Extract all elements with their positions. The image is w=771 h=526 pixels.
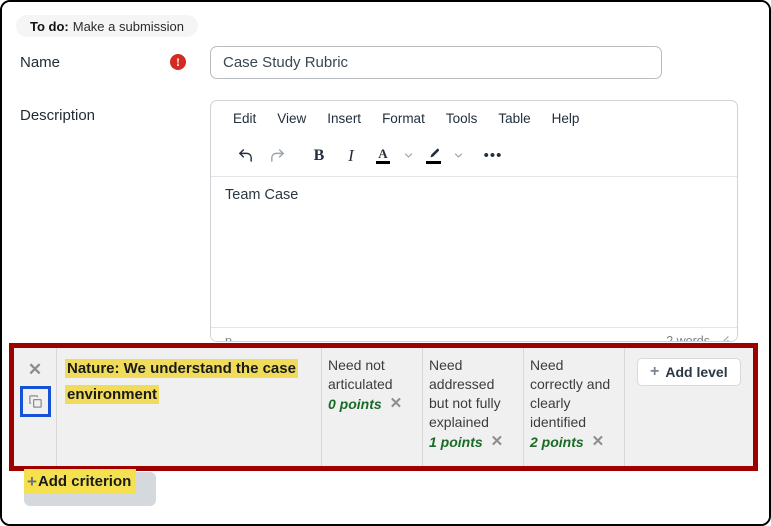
resize-handle-icon[interactable] xyxy=(718,334,729,341)
delete-level-button[interactable]: ✕ xyxy=(390,394,403,414)
page-content: To do: Make a submission Name ! Descript… xyxy=(2,2,769,524)
menu-edit[interactable]: Edit xyxy=(233,111,256,126)
level-definition: Need correctly and clearly identified xyxy=(530,357,611,430)
plus-icon: + xyxy=(650,363,660,380)
redo-icon[interactable] xyxy=(261,141,293,171)
bold-icon[interactable]: B xyxy=(303,141,335,171)
menu-insert[interactable]: Insert xyxy=(327,111,361,126)
delete-level-button[interactable]: ✕ xyxy=(592,432,605,452)
menu-table[interactable]: Table xyxy=(498,111,530,126)
rubric-level-1[interactable]: Need addressed but not fully explained 1… xyxy=(423,348,524,466)
rubric-level-0[interactable]: Need not articulated 0 points ✕ xyxy=(322,348,423,466)
description-editor: Edit View Insert Format Tools Table Help… xyxy=(210,100,738,342)
editor-word-count: 2 words xyxy=(666,334,710,342)
delete-level-button[interactable]: ✕ xyxy=(491,432,504,452)
todo-badge: To do: Make a submission xyxy=(16,15,199,37)
criterion-actions-cell: ✕ xyxy=(14,348,57,466)
todo-badge-text: Make a submission xyxy=(72,18,185,34)
more-options-icon[interactable]: ••• xyxy=(477,141,509,171)
rubric-highlight-outline: ✕ Nature: We understand the case environ… xyxy=(9,343,758,471)
name-input[interactable] xyxy=(210,46,662,79)
chevron-down-icon[interactable] xyxy=(449,141,467,171)
description-label: Description xyxy=(20,107,96,124)
editor-menubar: Edit View Insert Format Tools Table Help xyxy=(211,101,737,135)
todo-badge-prefix: To do: xyxy=(30,18,69,34)
editor-toolbar: B I A ••• xyxy=(211,135,737,177)
italic-icon[interactable]: I xyxy=(335,141,367,171)
menu-format[interactable]: Format xyxy=(382,111,425,126)
add-criterion-area: + Add criterion xyxy=(24,469,156,506)
add-level-button[interactable]: + Add level xyxy=(637,358,741,386)
rubric-editor-window: To do: Make a submission Name ! Descript… xyxy=(0,0,771,526)
level-score: 0 points xyxy=(328,396,382,412)
level-score: 1 points xyxy=(429,434,483,450)
delete-criterion-button[interactable]: ✕ xyxy=(23,359,47,381)
highlight-color-swatch xyxy=(425,161,441,164)
add-criterion-button[interactable]: + Add criterion xyxy=(24,469,137,494)
editor-statusbar: p 2 words xyxy=(211,327,737,342)
level-definition: Need addressed but not fully explained xyxy=(429,357,501,430)
menu-help[interactable]: Help xyxy=(552,111,580,126)
editor-content-area[interactable]: Team Case xyxy=(211,177,737,327)
plus-icon: + xyxy=(27,471,37,491)
name-label: Name xyxy=(20,54,61,71)
level-score: 2 points xyxy=(530,434,584,450)
editor-paragraph: Team Case xyxy=(225,187,299,203)
duplicate-criterion-button[interactable] xyxy=(20,386,51,417)
level-score-row: 0 points ✕ xyxy=(328,394,416,414)
editor-element-path[interactable]: p xyxy=(225,334,232,341)
level-score-row: 1 points ✕ xyxy=(429,432,517,452)
required-field-icon: ! xyxy=(170,54,186,70)
text-color-swatch xyxy=(376,161,390,164)
add-criterion-label: Add criterion xyxy=(37,473,132,490)
rubric-level-2[interactable]: Need correctly and clearly identified 2 … xyxy=(524,348,625,466)
text-color-letter: A xyxy=(378,146,388,161)
rubric-criteria-table: ✕ Nature: We understand the case environ… xyxy=(14,348,753,466)
chevron-down-icon[interactable] xyxy=(399,141,417,171)
criterion-title: Nature: We understand the case environme… xyxy=(65,359,298,404)
level-definition: Need not articulated xyxy=(328,357,393,392)
level-score-row: 2 points ✕ xyxy=(530,432,618,452)
menu-tools[interactable]: Tools xyxy=(446,111,478,126)
menu-view[interactable]: View xyxy=(277,111,306,126)
highlight-color-icon[interactable] xyxy=(417,141,449,171)
text-color-icon[interactable]: A xyxy=(367,141,399,171)
add-level-cell: + Add level xyxy=(625,348,753,466)
add-level-label: Add level xyxy=(665,364,728,380)
undo-icon[interactable] xyxy=(229,141,261,171)
criterion-description-cell[interactable]: Nature: We understand the case environme… xyxy=(57,348,322,466)
